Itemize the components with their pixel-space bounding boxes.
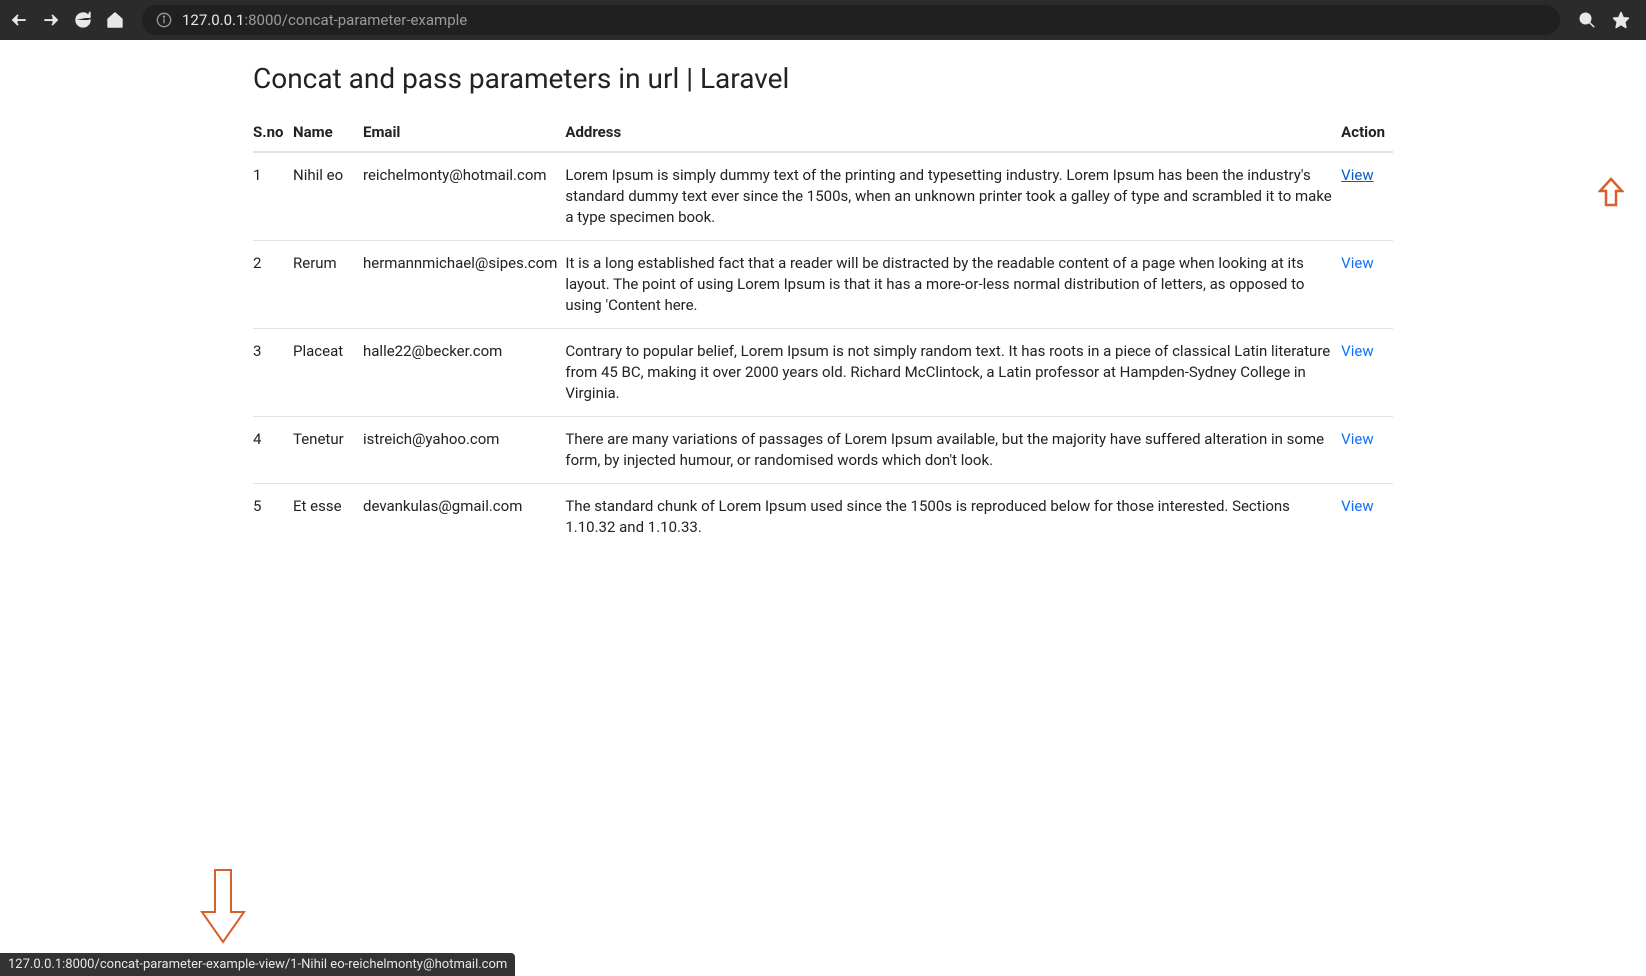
table-row: 5Et essedevankulas@gmail.comThe standard… [253,484,1393,551]
star-icon[interactable] [1612,11,1630,29]
data-table: S.no Name Email Address Action 1Nihil eo… [253,113,1393,550]
forward-button[interactable] [42,11,60,29]
browser-toolbar: 127.0.0.1:8000/concat-parameter-example [0,0,1646,40]
view-link[interactable]: View [1341,497,1373,515]
cell-action: View [1341,152,1393,241]
view-link[interactable]: View [1341,430,1373,448]
url-path: :8000/concat-parameter-example [244,11,467,29]
cell-sno: 5 [253,484,293,551]
cell-address: There are many variations of passages of… [565,417,1341,484]
cell-email: halle22@becker.com [363,329,565,417]
cell-sno: 3 [253,329,293,417]
cell-email: reichelmonty@hotmail.com [363,152,565,241]
cell-action: View [1341,329,1393,417]
header-name: Name [293,113,363,152]
cell-address: Contrary to popular belief, Lorem Ipsum … [565,329,1341,417]
cell-name: Et esse [293,484,363,551]
cell-action: View [1341,417,1393,484]
status-bar: 127.0.0.1:8000/concat-parameter-example-… [0,953,515,976]
cell-address: It is a long established fact that a rea… [565,241,1341,329]
toolbar-right [1578,11,1636,29]
cell-email: hermannmichael@sipes.com [363,241,565,329]
view-link[interactable]: View [1341,342,1373,360]
table-row: 2Rerumhermannmichael@sipes.comIt is a lo… [253,241,1393,329]
home-button[interactable] [106,11,124,29]
cell-action: View [1341,241,1393,329]
table-row: 3Placeathalle22@becker.comContrary to po… [253,329,1393,417]
cell-address: The standard chunk of Lorem Ipsum used s… [565,484,1341,551]
header-email: Email [363,113,565,152]
cell-action: View [1341,484,1393,551]
view-link[interactable]: View [1341,166,1373,184]
page-content: Concat and pass parameters in url | Lara… [0,40,1646,550]
url-text: 127.0.0.1:8000/concat-parameter-example [182,11,467,29]
nav-buttons [10,11,124,29]
back-button[interactable] [10,11,28,29]
annotation-arrow-down-icon [200,868,246,948]
cell-name: Tenetur [293,417,363,484]
cell-email: devankulas@gmail.com [363,484,565,551]
header-action: Action [1341,113,1393,152]
cell-name: Rerum [293,241,363,329]
address-bar[interactable]: 127.0.0.1:8000/concat-parameter-example [142,5,1560,35]
cell-name: Placeat [293,329,363,417]
url-host: 127.0.0.1 [182,11,244,29]
zoom-icon[interactable] [1578,11,1596,29]
cell-sno: 2 [253,241,293,329]
table-row: 1Nihil eoreichelmonty@hotmail.comLorem I… [253,152,1393,241]
page-title: Concat and pass parameters in url | Lara… [253,62,1393,95]
header-sno: S.no [253,113,293,152]
reload-button[interactable] [74,11,92,29]
header-address: Address [565,113,1341,152]
table-row: 4Teneturistreich@yahoo.comThere are many… [253,417,1393,484]
cell-sno: 4 [253,417,293,484]
cell-name: Nihil eo [293,152,363,241]
cell-address: Lorem Ipsum is simply dummy text of the … [565,152,1341,241]
table-header-row: S.no Name Email Address Action [253,113,1393,152]
cell-sno: 1 [253,152,293,241]
view-link[interactable]: View [1341,254,1373,272]
site-info-icon[interactable] [156,12,172,28]
cell-email: istreich@yahoo.com [363,417,565,484]
